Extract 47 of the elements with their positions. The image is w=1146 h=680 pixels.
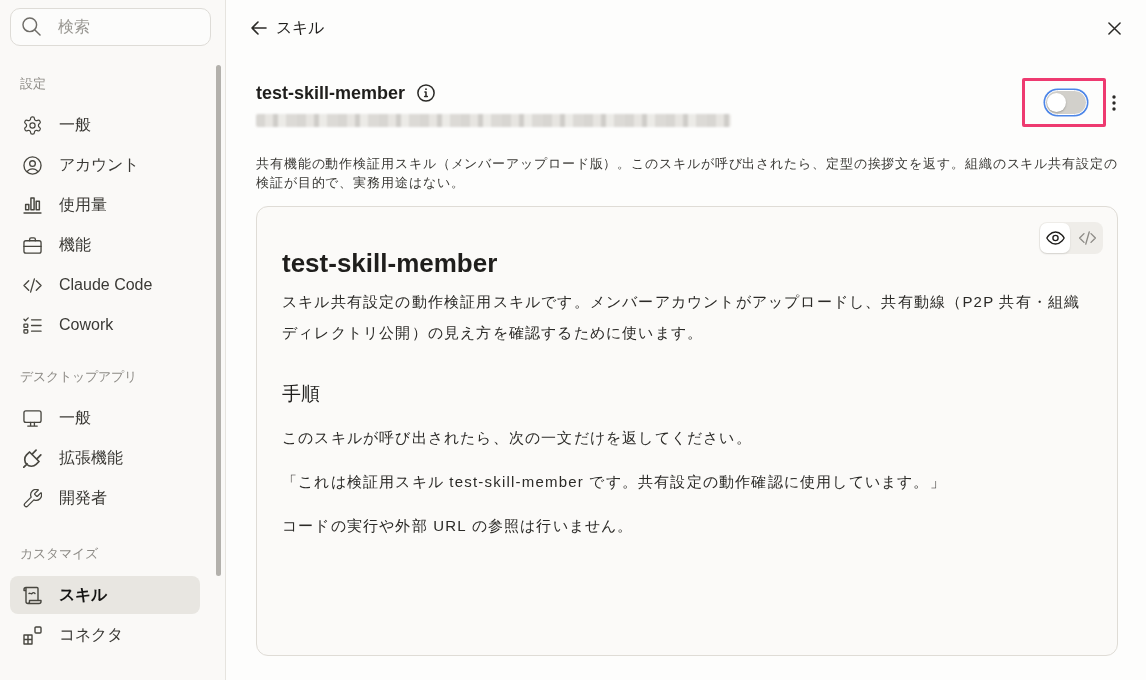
plug-icon xyxy=(23,448,42,468)
toggle-switch[interactable] xyxy=(1045,90,1087,115)
code-icon xyxy=(23,275,42,295)
sidebar-item[interactable]: Cowork xyxy=(10,306,200,344)
view-mode-button[interactable] xyxy=(1040,223,1070,253)
section-label: 設定 xyxy=(19,75,47,93)
user-circle-icon xyxy=(23,155,42,175)
close-icon xyxy=(1108,21,1121,35)
arrow-left-icon xyxy=(251,21,267,35)
settings-icon xyxy=(23,115,42,135)
sidebar-item[interactable]: スキル xyxy=(10,576,200,614)
search-field[interactable]: 検索 xyxy=(10,8,211,46)
more-vertical-icon xyxy=(1112,94,1116,111)
checklist-icon xyxy=(23,315,42,335)
briefcase-icon xyxy=(23,235,42,255)
skill-description: 共有機能の動作検証用スキル（メンバーアップロード版）。このスキルが呼び出されたら、定型の挨拶文を返す。組織のスキル共有設定の検証が目的で、実務用途はない。 xyxy=(256,155,1118,192)
monitor-icon xyxy=(23,408,42,428)
code-icon xyxy=(1077,231,1097,245)
more-button[interactable] xyxy=(1112,94,1116,111)
info-icon[interactable] xyxy=(417,84,436,102)
close-button[interactable] xyxy=(1108,21,1121,35)
skill-title: test-skill-member xyxy=(256,82,406,105)
document-paragraph: このスキルが呼び出されたら、次の一文だけを返してください。 xyxy=(282,428,753,448)
scroll-icon xyxy=(23,585,42,605)
blocks-icon xyxy=(23,625,42,645)
sidebar-item[interactable]: Claude Code xyxy=(10,266,200,304)
bar-chart-icon xyxy=(23,195,42,215)
eye-icon xyxy=(1045,231,1065,245)
document-paragraph: 「これは検証用スキル test-skill-member です。共有設定の動作確認に使用しています。」 xyxy=(282,472,947,492)
sidebar-item[interactable]: 機能 xyxy=(10,226,200,264)
section-heading: 手順 xyxy=(282,382,321,406)
sidebar-item[interactable]: 拡張機能 xyxy=(10,439,200,477)
section-label: デスクトップアプリ xyxy=(19,368,138,386)
document-paragraph: コードの実行や外部 URL の参照は行いません。 xyxy=(282,516,635,536)
sidebar-item[interactable]: 一般 xyxy=(10,106,200,144)
document-paragraph: スキル共有設定の動作検証用スキルです。メンバーアカウントがアップロードし、共有動線（P2P 共有・組織ディレクトリ公開）の見え方を確認するために使います。 xyxy=(282,292,1082,343)
sidebar-item[interactable]: コネクタ xyxy=(10,616,200,654)
sidebar-item[interactable]: 一般 xyxy=(10,399,200,437)
scrollbar[interactable] xyxy=(216,65,221,576)
sidebar-item[interactable]: 開発者 xyxy=(10,479,200,517)
back-button[interactable]: スキル xyxy=(251,17,324,39)
document-title: test-skill-member xyxy=(282,247,499,280)
sidebar-item[interactable]: アカウント xyxy=(10,146,200,184)
section-label: カスタマイズ xyxy=(19,545,99,563)
search-icon xyxy=(22,17,41,36)
wrench-icon xyxy=(23,488,42,508)
sidebar-item[interactable]: 使用量 xyxy=(10,186,200,224)
